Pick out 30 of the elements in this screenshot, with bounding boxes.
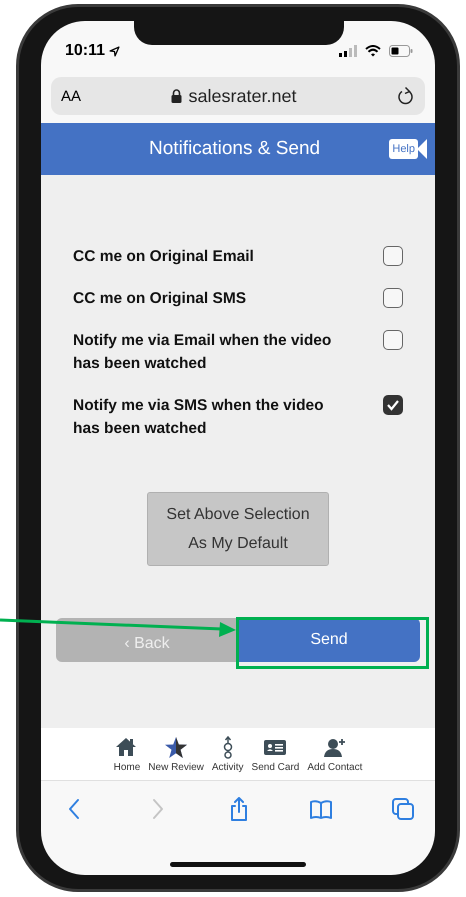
signal-icon — [339, 45, 357, 57]
checkbox[interactable] — [383, 288, 403, 308]
tab-label[interactable]: Home — [114, 762, 140, 772]
checkbox[interactable] — [383, 330, 403, 350]
tab-label[interactable]: New Review — [148, 762, 204, 772]
tabs-icon[interactable] — [391, 797, 415, 821]
reload-icon[interactable] — [397, 86, 415, 106]
check-icon — [386, 399, 400, 411]
tab-label[interactable]: Add Contact — [307, 762, 362, 772]
option-label: CC me on Original SMS — [73, 289, 248, 309]
option-label: CC me on Original Email — [73, 247, 255, 267]
page-title: Notifications & Send — [149, 138, 322, 160]
address-bar[interactable]: AA salesrater.net — [51, 77, 425, 115]
option-label: Notify me via SMS when the video has been watched — [73, 396, 325, 439]
send-button[interactable]: Send — [238, 618, 420, 662]
book-icon[interactable] — [309, 797, 333, 821]
option-label: Notify me via Email when the video has been watched — [73, 331, 332, 374]
tab-label[interactable]: Send Card — [252, 762, 300, 772]
star-icon[interactable] — [164, 736, 188, 760]
wifi-icon — [365, 45, 381, 57]
checkbox[interactable] — [383, 395, 403, 415]
clock-time: 10:11 — [65, 42, 106, 60]
set-default-button[interactable]: Set Above Selection As My Default — [147, 492, 329, 566]
battery-icon — [389, 45, 413, 57]
text-size-button[interactable]: AA — [61, 88, 101, 104]
checkbox[interactable] — [383, 246, 403, 266]
location-icon — [109, 46, 120, 56]
url-text: salesrater.net — [188, 86, 297, 106]
lock-icon — [171, 89, 182, 103]
tab-label[interactable]: Activity — [212, 762, 244, 772]
